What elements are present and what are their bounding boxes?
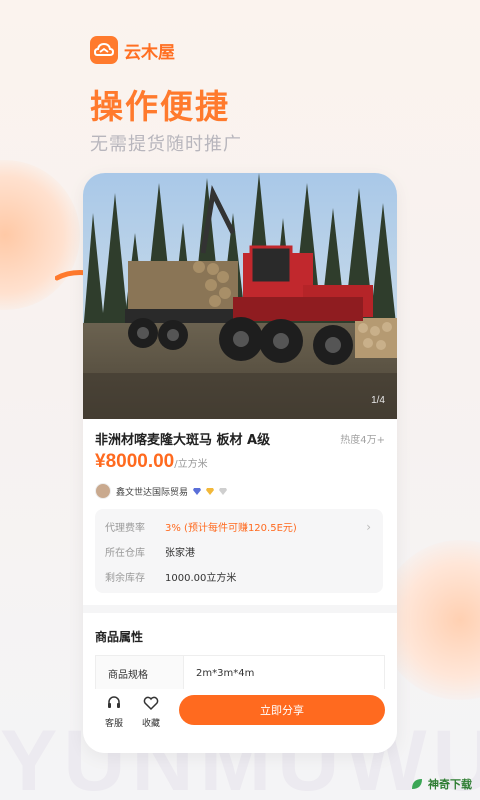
info-box: 代理费率 3% (预计每件可赚120.5E元) › 所在仓库 张家港 剩余库存 …: [95, 509, 383, 593]
attributes-table: 商品规格 2m*3m*4m: [95, 655, 385, 691]
price-value: ¥8000.00: [95, 451, 175, 472]
product-price: ¥8000.00/立方米: [95, 451, 208, 473]
share-now-button[interactable]: 立即分享: [179, 695, 385, 725]
brand-name: 云木屋: [124, 42, 175, 63]
product-title: 非洲材喀麦隆大斑马 板材 A级: [95, 433, 271, 448]
subheadline: 无需提货随时推广: [90, 134, 242, 155]
customer-service-label: 客服: [104, 719, 123, 729]
price-unit: /立方米: [174, 459, 208, 470]
info-label: 剩余库存: [105, 573, 145, 584]
phone-mockup: 1/4 非洲材喀麦隆大斑马 板材 A级 热度4万+ ¥8000.00/立方米 鑫…: [83, 173, 397, 753]
customer-service-button[interactable]: 客服: [99, 695, 129, 729]
info-row-rate[interactable]: 代理费率 3% (预计每件可赚120.5E元): [105, 519, 297, 534]
info-value: 3% (预计每件可赚120.5E元): [165, 523, 297, 534]
info-label: 所在仓库: [105, 548, 145, 559]
diamond-badge-icon: [193, 487, 202, 495]
seller-name: 鑫文世达国际贸易: [116, 487, 189, 498]
favorite-button[interactable]: 收藏: [136, 695, 166, 729]
product-photo[interactable]: [83, 173, 397, 419]
bottom-action-bar: 客服 收藏 立即分享: [83, 689, 397, 753]
diamond-badge-icon: [219, 487, 228, 495]
brand-logo-icon: [90, 36, 118, 64]
section-divider: [83, 605, 397, 613]
info-row-warehouse: 所在仓库 张家港: [105, 544, 195, 559]
leaf-logo-icon: [412, 779, 422, 789]
photo-counter: 1/4: [371, 395, 385, 406]
info-row-stock: 剩余库存 1000.00立方米: [105, 569, 236, 584]
info-value: 1000.00立方米: [165, 573, 237, 584]
attr-key: 商品规格: [96, 656, 184, 690]
info-value: 张家港: [165, 548, 195, 559]
decor-blob-left: [0, 160, 80, 310]
attr-value: 2m*3m*4m: [196, 667, 255, 679]
chevron-right-icon[interactable]: ›: [366, 520, 371, 534]
attributes-title: 商品属性: [95, 630, 144, 644]
diamond-badge-icon: [206, 487, 215, 495]
info-label: 代理费率: [105, 523, 145, 534]
seller-avatar: [95, 483, 111, 499]
favorite-label: 收藏: [141, 719, 160, 729]
product-heat: 热度4万+: [340, 435, 385, 446]
headline: 操作便捷: [90, 87, 230, 126]
corner-logo-text: 神奇下载: [428, 778, 472, 791]
headset-icon: [108, 696, 120, 708]
corner-download-logo: 神奇下载: [410, 776, 472, 792]
heart-icon: [143, 696, 159, 711]
brand: 云木屋: [90, 36, 175, 64]
seller-row[interactable]: 鑫文世达国际贸易: [95, 483, 228, 499]
